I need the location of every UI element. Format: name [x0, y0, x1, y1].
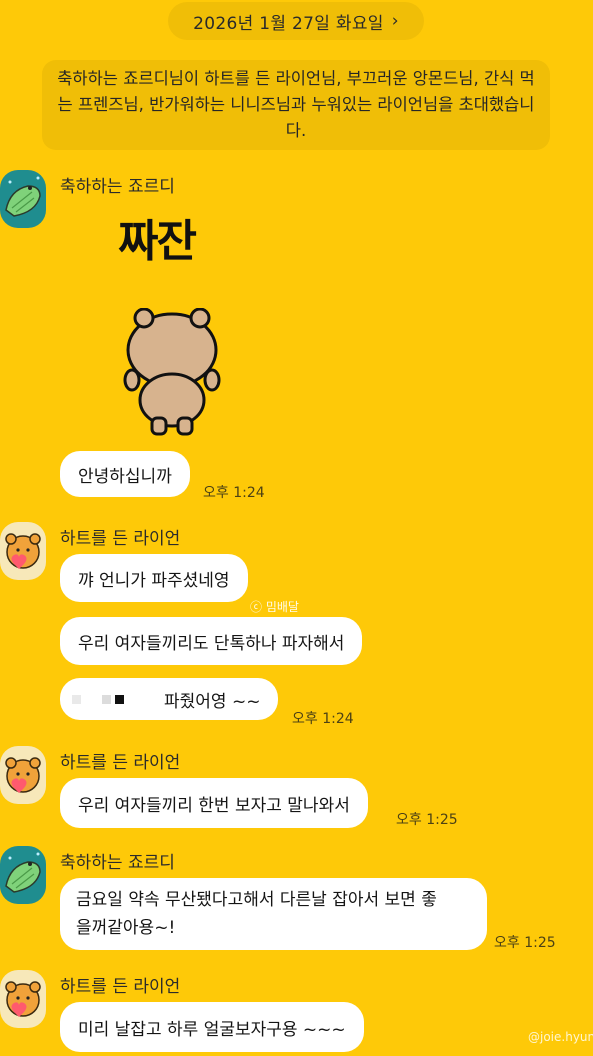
message-line: 금요일 약속 무산됐다고해서 다른날 잡아서 보면 좋 — [76, 890, 437, 910]
sender-name: 축하하는 죠르디 — [60, 177, 175, 197]
message-bubble[interactable]: 미리 날잡고 하루 얼굴보자구용 ~~~ — [60, 1002, 364, 1052]
ryan-avatar-icon[interactable] — [0, 970, 46, 1028]
chevron-right-icon: › — [391, 11, 399, 31]
message-line: 을꺼같아용~! — [76, 918, 176, 938]
message-time: 오후 1:25 — [396, 812, 458, 828]
date-header[interactable]: 2026년 1월 27일 화요일 › — [168, 2, 424, 40]
message-bubble[interactable]: 금요일 약속 무산됐다고해서 다른날 잡아서 보면 좋 을꺼같아용~! — [60, 878, 487, 950]
message-bubble[interactable]: 우리 여자들끼리 한번 보자고 말나와서 — [60, 778, 368, 828]
message-bubble[interactable]: 꺄 언니가 파주셨네영 — [60, 554, 248, 602]
watermark: @joie.hyun — [528, 1030, 593, 1044]
sender-name: 하트를 든 라이언 — [60, 529, 181, 549]
message-time: 오후 1:25 — [494, 935, 556, 951]
message-bubble[interactable]: 파줬어영 ~~ — [150, 678, 279, 720]
message-time: 오후 1:24 — [203, 485, 265, 501]
ryan-avatar-icon[interactable] — [0, 522, 46, 580]
system-invite-message: 축하하는 죠르디님이 하트를 든 라이언님, 부끄러운 앙몬드님, 간식 먹는 … — [42, 60, 550, 150]
jordy-avatar-icon[interactable] — [0, 170, 46, 228]
sticker-caption: 짜잔 — [118, 216, 197, 267]
bear-back-sticker — [123, 308, 221, 436]
jordy-avatar-icon[interactable] — [0, 846, 46, 904]
date-label: 2026년 1월 27일 화요일 — [193, 13, 384, 34]
sender-name: 하트를 든 라이언 — [60, 753, 181, 773]
message-time: 오후 1:24 — [292, 711, 354, 727]
ryan-avatar-icon[interactable] — [0, 746, 46, 804]
message-bubble[interactable]: 안녕하십니까 — [60, 451, 190, 497]
watermark: ⓒ 밈배달 — [250, 600, 299, 614]
sender-name: 하트를 든 라이언 — [60, 977, 181, 997]
message-bubble[interactable]: 우리 여자들끼리도 단톡하나 파자해서 — [60, 617, 363, 665]
sender-name: 축하하는 죠르디 — [60, 853, 175, 873]
